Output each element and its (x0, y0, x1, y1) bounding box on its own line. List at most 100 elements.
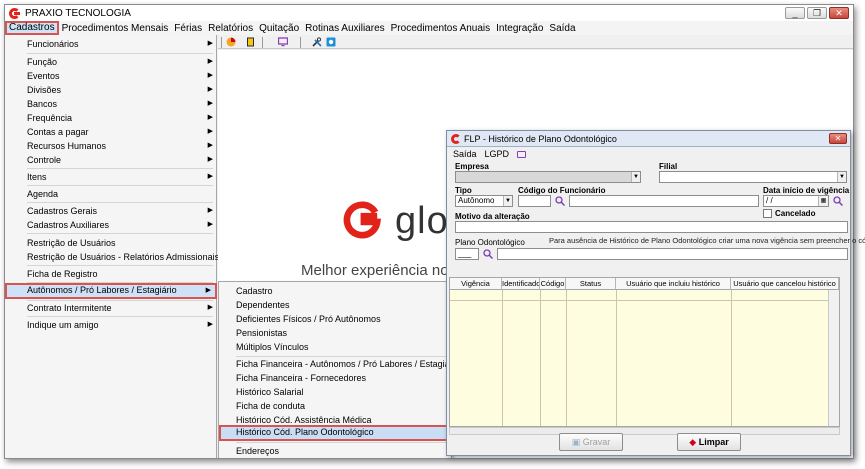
search-icon[interactable] (555, 196, 565, 206)
menu-item-frequencia[interactable]: Frequência ▶ (5, 111, 217, 125)
menu-procedimentos-mensais[interactable]: Procedimentos Mensais (59, 23, 172, 34)
menu-item-label: Eventos (27, 71, 60, 81)
toolbar (218, 35, 853, 49)
menu-item-label: Recursos Humanos (27, 141, 107, 151)
tools-icon[interactable] (312, 37, 322, 47)
menu-divider (27, 233, 213, 234)
menu-integracao[interactable]: Integração (493, 23, 546, 34)
limpar-button[interactable]: ◆ Limpar (677, 433, 741, 451)
tipo-select[interactable]: Autônomo ▼ (455, 195, 513, 207)
grid-column-line (502, 290, 503, 426)
menu-item-label: Restrição de Usuários - Relatórios Admis… (27, 252, 220, 262)
plano-odontologico-dialog: FLP - Histórico de Plano Odontológico ✕ … (446, 130, 865, 456)
dialog-close-button[interactable]: ✕ (829, 133, 847, 144)
calendar-icon[interactable]: ▦ (818, 196, 828, 206)
submenu-item-pensionistas[interactable]: Pensionistas (219, 326, 451, 340)
menu-item-label: Função (27, 57, 58, 67)
filial-label: Filial (659, 162, 678, 171)
menu-divider (27, 168, 213, 169)
dialog-menu-saida[interactable]: Saída (453, 149, 477, 159)
save-icon: ▣ (571, 437, 583, 447)
gravar-button[interactable]: ▣ Gravar (559, 433, 623, 451)
toolbar-separator (221, 37, 222, 48)
menu-saida[interactable]: Saída (546, 23, 578, 34)
menu-item-ficha-registro[interactable]: Ficha de Registro (5, 267, 217, 281)
data-inicio-value: / / (766, 196, 773, 205)
window-controls: _ ❐ ✕ (785, 7, 849, 19)
menu-divider (27, 202, 213, 203)
cadastros-dropdown: Funcionários ▶ Função ▶ Eventos ▶ Divisões ▶… (5, 35, 220, 458)
menu-item-contas-a-pagar[interactable]: Contas a pagar ▶ (5, 125, 217, 139)
submenu-item-cadastro[interactable]: Cadastro (219, 284, 451, 298)
empresa-select[interactable]: ▼ (455, 171, 641, 183)
menu-item-autonomos[interactable]: Autônomos / Pró Labores / Estagiário ▶ (5, 283, 217, 299)
menu-relatorios[interactable]: Relatórios (205, 23, 256, 34)
menu-item-cadastros-gerais[interactable]: Cadastros Gerais ▶ (5, 204, 217, 218)
cancelado-checkbox[interactable] (763, 209, 772, 218)
menu-item-divisoes[interactable]: Divisões ▶ (5, 83, 217, 97)
plano-codigo-input[interactable]: ___ (455, 248, 479, 260)
menu-rotinas-auxiliares[interactable]: Rotinas Auxiliares (302, 23, 387, 34)
menu-item-label: Agenda (27, 189, 59, 199)
col-identificador[interactable]: Identificador (502, 278, 540, 290)
menu-item-funcao[interactable]: Função ▶ (5, 55, 217, 69)
brand-logo-icon (343, 201, 381, 239)
menu-item-recursos-humanos[interactable]: Recursos Humanos ▶ (5, 139, 217, 153)
brand-name: glo (395, 200, 449, 242)
col-codigo[interactable]: Código (540, 278, 566, 290)
submenu-item-historico-odontologico[interactable]: Histórico Cód. Plano Odontológico (219, 425, 451, 441)
submenu-item-multiplos-vinculos[interactable]: Múltiplos Vínculos (219, 340, 451, 354)
submenu-item-ficha-conduta[interactable]: Ficha de conduta (219, 399, 451, 413)
menu-item-funcionarios[interactable]: Funcionários ▶ (5, 37, 217, 51)
monitor-icon[interactable] (517, 150, 527, 158)
restore-button[interactable]: ❐ (807, 7, 827, 19)
horizontal-scrollbar[interactable] (449, 427, 840, 435)
codigo-funcionario-input[interactable] (518, 195, 551, 207)
help-icon[interactable] (326, 37, 336, 47)
menu-item-agenda[interactable]: Agenda (5, 187, 217, 201)
menu-item-bancos[interactable]: Bancos ▶ (5, 97, 217, 111)
submenu-item-dependentes[interactable]: Dependentes (219, 298, 451, 312)
menu-cadastros[interactable]: Cadastros (5, 21, 59, 35)
data-inicio-input[interactable]: / / ▦ (763, 195, 829, 207)
search-icon[interactable] (833, 196, 843, 206)
menu-item-restricao-relatorios[interactable]: Restrição de Usuários - Relatórios Admis… (5, 250, 220, 264)
minimize-button[interactable]: _ (785, 7, 805, 19)
col-usuario-cancelou[interactable]: Usuário que cancelou histórico (731, 278, 839, 290)
menu-item-itens[interactable]: Itens ▶ (5, 170, 217, 184)
menu-item-label: Bancos (27, 99, 58, 109)
grid-column-line (540, 290, 541, 426)
submenu-arrow-icon: ▶ (207, 156, 213, 163)
dialog-logo-icon (451, 133, 461, 144)
menu-item-eventos[interactable]: Eventos ▶ (5, 69, 217, 83)
submenu-item-enderecos[interactable]: Endereços (219, 444, 451, 458)
col-status[interactable]: Status (566, 278, 616, 290)
dialog-menu-lgpd[interactable]: LGPD (485, 149, 510, 159)
menu-item-controle[interactable]: Controle ▶ (5, 153, 217, 167)
filial-select[interactable]: ▼ (659, 171, 847, 183)
menu-quitacao[interactable]: Quitação (256, 23, 302, 34)
submenu-item-ficha-financeira-fornecedores[interactable]: Ficha Financeira - Fornecedores (219, 371, 451, 385)
submenu-item-historico-salarial[interactable]: Histórico Salarial (219, 385, 451, 399)
menu-item-indique-amigo[interactable]: Indique um amigo ▶ (5, 318, 217, 332)
menu-item-contrato-intermitente[interactable]: Contrato Intermitente ▶ (5, 301, 217, 315)
historico-grid[interactable]: Vigência Identificador Código Status Usu… (449, 277, 840, 427)
menu-procedimentos-anuais[interactable]: Procedimentos Anuais (388, 23, 494, 34)
motivo-alteracao-input[interactable] (455, 221, 848, 233)
search-icon[interactable] (483, 249, 493, 259)
toolbar-separator (300, 37, 301, 48)
menu-ferias[interactable]: Férias (171, 23, 205, 34)
limpar-label: Limpar (698, 437, 729, 447)
vertical-scrollbar[interactable] (828, 290, 839, 426)
submenu-item-deficientes[interactable]: Deficientes Físicos / Pró Autônomos (219, 312, 451, 326)
menu-item-cadastros-auxiliares[interactable]: Cadastros Auxiliares ▶ (5, 218, 217, 232)
monitor-icon[interactable] (278, 37, 288, 47)
menu-item-restricao-usuarios[interactable]: Restrição de Usuários (5, 236, 217, 250)
door-exit-icon[interactable] (246, 37, 256, 47)
col-usuario-incluiu[interactable]: Usuário que incluiu histórico (616, 278, 731, 290)
plano-label: Plano Odontológico (455, 238, 525, 247)
pie-chart-icon[interactable] (226, 37, 236, 47)
col-vigencia[interactable]: Vigência (450, 278, 502, 290)
submenu-item-ficha-financeira-autonomos[interactable]: Ficha Financeira - Autônomos / Pró Labor… (219, 357, 460, 371)
close-button[interactable]: ✕ (829, 7, 849, 19)
